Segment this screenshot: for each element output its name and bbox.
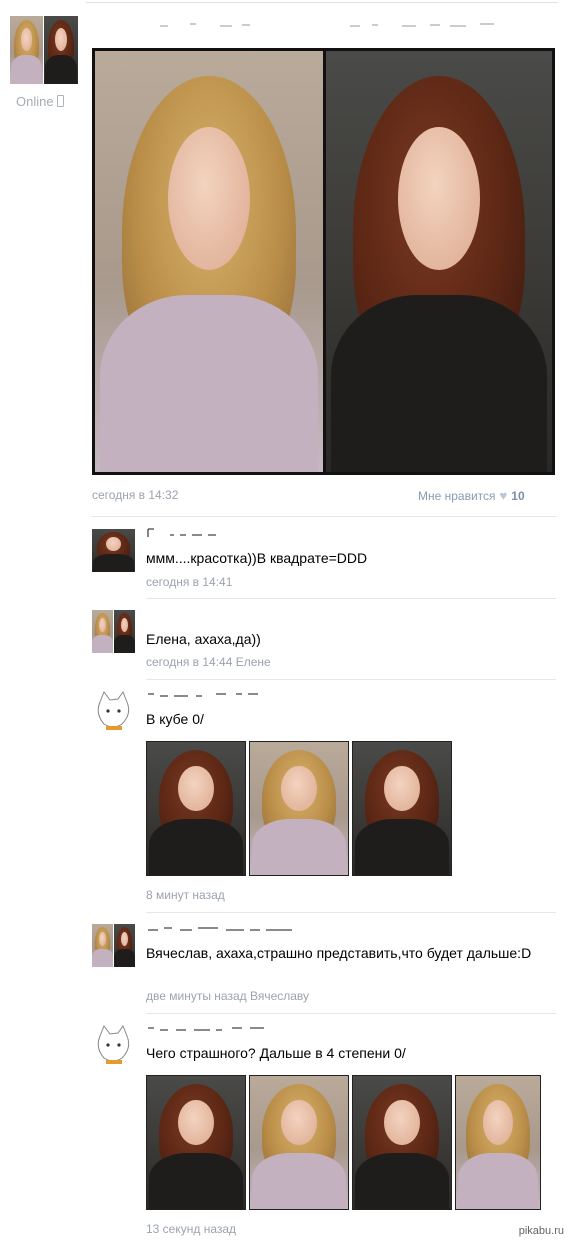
avatar-photo-brunette — [114, 610, 135, 653]
thumb-photo[interactable] — [249, 741, 349, 876]
comment-divider — [146, 679, 556, 680]
comment-text: Чего страшного? Дальше в 4 степени 0/ — [146, 1045, 406, 1061]
avatar-photo-blonde — [92, 610, 113, 653]
avatar-photo-blonde — [92, 924, 113, 967]
comment-time[interactable]: 13 секунд назад — [146, 1222, 236, 1236]
avatar-photo — [92, 529, 135, 572]
comment-photos — [146, 741, 452, 876]
thumb-photo[interactable] — [146, 1075, 246, 1210]
comment-item: Чего страшного? Дальше в 4 степени 0/ 13… — [92, 1024, 556, 1239]
commenter-avatar[interactable] — [92, 610, 135, 653]
comment-divider — [146, 1013, 556, 1014]
thumb-photo[interactable] — [249, 1075, 349, 1210]
avatar-photo-brunette — [44, 16, 78, 84]
comment-text: Елена, ахаха,да)) — [146, 631, 261, 647]
commenter-avatar[interactable] — [92, 924, 135, 967]
comment-item: Вячеслав, ахаха,страшно представить,что … — [92, 924, 556, 1014]
comment-text: В кубе 0/ — [146, 711, 204, 727]
mobile-phone-icon — [56, 95, 64, 107]
redacted-header-text — [160, 23, 494, 27]
commenter-avatar[interactable] — [92, 1024, 135, 1067]
owner-avatar[interactable] — [10, 16, 78, 84]
comment-text: Вячеслав, ахаха,страшно представить,что … — [146, 945, 532, 961]
redacted-author-name[interactable] — [146, 527, 226, 539]
comment-divider — [146, 598, 556, 599]
avatar-photo-blonde — [10, 16, 43, 84]
comment-item: В кубе 0/ 8 минут назад — [92, 690, 556, 910]
like-label: Мне нравится — [418, 489, 496, 503]
like-count: 10 — [511, 489, 525, 503]
post-time[interactable]: сегодня в 14:32 — [92, 488, 178, 502]
commenter-avatar[interactable] — [92, 690, 135, 733]
comment-time[interactable]: сегодня в 14:44 Елене — [146, 655, 271, 669]
heart-icon: ♥ — [499, 488, 508, 503]
comment-time[interactable]: сегодня в 14:41 — [146, 575, 232, 589]
watermark: pikabu.ru — [518, 1225, 564, 1237]
post-photo-right — [326, 51, 552, 472]
comment-photos — [146, 1075, 541, 1210]
comment-text: ммм....красотка))В квадрате=DDD — [146, 550, 368, 566]
thumb-photo[interactable] — [455, 1075, 541, 1210]
top-divider — [86, 2, 558, 3]
avatar-photo-brunette — [114, 924, 135, 967]
thumb-photo[interactable] — [146, 741, 246, 876]
online-status: Online — [16, 94, 64, 109]
redacted-author-name[interactable] — [146, 688, 266, 700]
redacted-author-name[interactable] — [146, 1022, 276, 1034]
online-label: Online — [16, 94, 54, 109]
cat-avatar-icon — [92, 690, 135, 733]
comment-item: Елена, ахаха,да)) сегодня в 14:44 Елене — [92, 610, 556, 676]
comment-item: ммм....красотка))В квадрате=DDD сегодня … — [92, 527, 556, 599]
post-photo[interactable] — [92, 48, 555, 475]
redacted-author-name[interactable] — [146, 922, 296, 934]
thumb-photo[interactable] — [352, 741, 452, 876]
comment-time[interactable]: две минуты назад Вячеславу — [146, 989, 309, 1003]
like-button[interactable]: Мне нравится ♥ 10 — [418, 488, 525, 503]
commenter-avatar[interactable] — [92, 529, 135, 572]
thumb-photo[interactable] — [352, 1075, 452, 1210]
comments-divider — [92, 516, 556, 517]
post-photo-left — [95, 51, 323, 472]
comment-divider — [146, 912, 556, 913]
comment-time[interactable]: 8 минут назад — [146, 888, 225, 902]
cat-avatar-icon — [92, 1024, 135, 1067]
